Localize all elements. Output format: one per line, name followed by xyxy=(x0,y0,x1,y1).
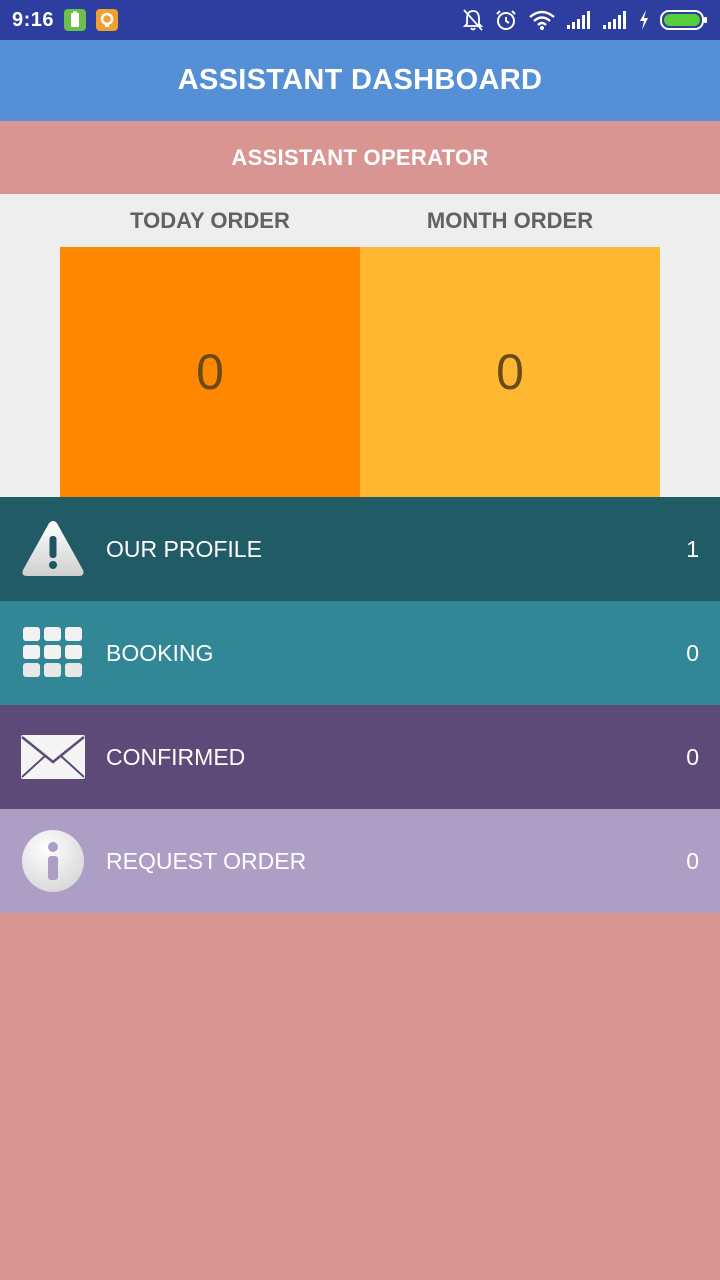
page-title: ASSISTANT DASHBOARD xyxy=(177,64,543,96)
menu-item-our-profile[interactable]: OUR PROFILE 1 xyxy=(0,497,720,601)
charging-icon xyxy=(638,9,650,31)
menu-count: 1 xyxy=(686,535,699,562)
mute-bell-icon xyxy=(462,8,484,32)
grid-icon xyxy=(20,620,86,686)
menu-count: 0 xyxy=(686,639,699,666)
today-order-label: TODAY ORDER xyxy=(130,208,290,233)
today-order-value: 0 xyxy=(196,344,224,400)
battery-app-icon xyxy=(64,9,87,31)
status-bar: 9:16 xyxy=(0,0,720,40)
envelope-icon xyxy=(20,724,86,790)
status-right xyxy=(462,8,708,32)
notification-app-icon xyxy=(96,9,119,31)
today-order-box[interactable]: 0 xyxy=(60,247,360,497)
signal-icon-1 xyxy=(566,10,592,30)
menu-item-booking[interactable]: BOOKING 0 xyxy=(0,601,720,705)
month-order-label: MONTH ORDER xyxy=(426,208,594,233)
status-left: 9:16 xyxy=(12,8,119,32)
stats-boxes: 0 0 xyxy=(60,247,660,497)
screen: 9:16 ASSISTANT DASHBOARD ASSISTANT OPERA… xyxy=(0,0,720,1280)
battery-icon xyxy=(660,9,708,31)
month-order-value: 0 xyxy=(496,344,524,400)
stats-labels: TODAY ORDER MONTH ORDER xyxy=(60,194,660,247)
menu-label: OUR PROFILE xyxy=(106,535,262,562)
menu-count: 0 xyxy=(686,743,699,770)
month-order-box[interactable]: 0 xyxy=(360,247,660,497)
menu-label: REQUEST ORDER xyxy=(106,847,307,874)
menu-item-request-order[interactable]: REQUEST ORDER 0 xyxy=(0,809,720,913)
role-banner: ASSISTANT OPERATOR xyxy=(0,121,720,194)
menu-label: BOOKING xyxy=(106,639,214,666)
menu-label: CONFIRMED xyxy=(106,743,246,770)
info-icon xyxy=(20,828,86,894)
wifi-icon xyxy=(528,9,556,31)
signal-icon-2 xyxy=(602,10,628,30)
menu-count: 0 xyxy=(686,847,699,874)
menu-item-confirmed[interactable]: CONFIRMED 0 xyxy=(0,705,720,809)
alarm-icon xyxy=(494,8,518,32)
status-time: 9:16 xyxy=(12,8,55,31)
app-header: ASSISTANT DASHBOARD xyxy=(0,40,720,121)
warning-icon xyxy=(20,516,86,582)
role-label: ASSISTANT OPERATOR xyxy=(231,144,489,170)
stats-section: TODAY ORDER MONTH ORDER 0 0 xyxy=(0,194,720,497)
